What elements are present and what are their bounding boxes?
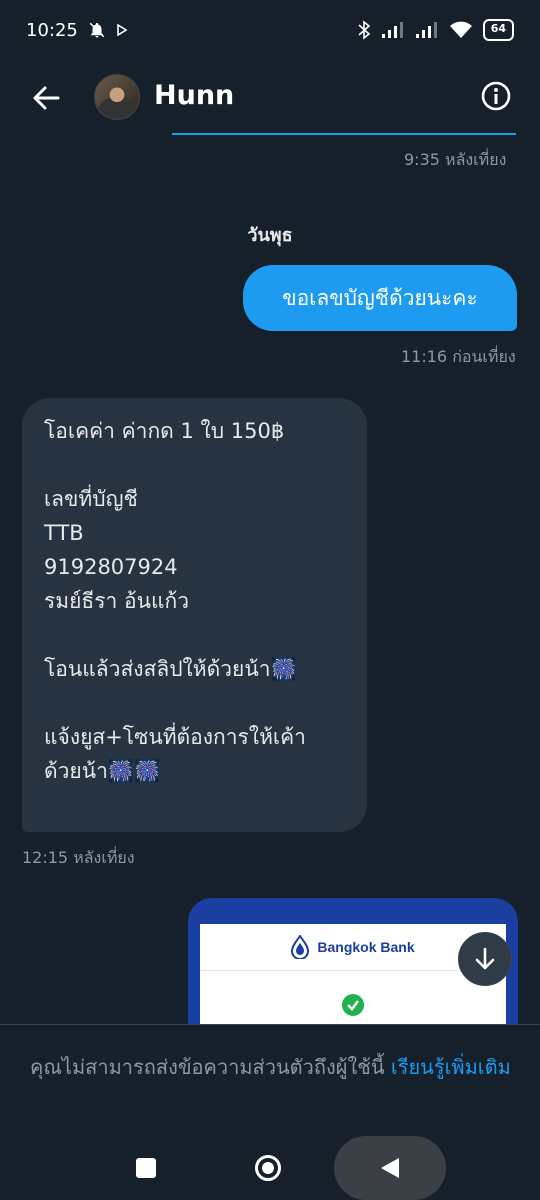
- status-time: 10:25: [26, 19, 78, 41]
- status-right: 64: [357, 19, 514, 41]
- message-line: 9192807924: [44, 555, 178, 579]
- signal-2-icon: [415, 22, 437, 38]
- bluetooth-icon: [358, 20, 370, 40]
- message-line: โอเคค่า ค่ากด 1 ใบ 150฿: [44, 419, 285, 443]
- recents-button[interactable]: [136, 1158, 156, 1178]
- dm-disabled-footer: คุณไม่สามารถส่งข้อความส่วนตัวถึงผู้ใช้นี…: [0, 1024, 540, 1125]
- arrow-down-icon: [475, 947, 495, 970]
- info-icon[interactable]: [480, 80, 512, 112]
- notifications-off-icon: [89, 22, 105, 38]
- message-line: ด้วยน้า🎆🎆: [44, 759, 161, 783]
- home-button[interactable]: [255, 1155, 281, 1181]
- message-line: แจ้งยูส+โซนที่ต้องการให้เค้า: [44, 725, 306, 749]
- message-line: เลขที่บัญชี: [44, 487, 138, 511]
- outgoing-message-time: 11:16 ก่อนเที่ยง: [401, 347, 516, 366]
- bank-name: Bangkok Bank: [317, 939, 415, 955]
- learn-more-link[interactable]: เรียนรู้เพิ่มเติม: [391, 1055, 511, 1079]
- status-left: 10:25: [26, 20, 128, 41]
- bank-logo-icon: [291, 935, 310, 959]
- previous-message-edge: [172, 133, 516, 135]
- system-back-button[interactable]: [334, 1136, 446, 1200]
- system-nav-bar: [0, 1124, 540, 1200]
- previous-message-time: 9:35 หลังเที่ยง: [404, 150, 507, 169]
- notice-text: คุณไม่สามารถส่งข้อความส่วนตัวถึงผู้ใช้นี…: [30, 1055, 385, 1079]
- outgoing-message-bubble[interactable]: ขอเลขบัญชีด้วยนะคะ: [243, 265, 517, 331]
- signal-icon: [381, 22, 403, 38]
- outgoing-message-text: ขอเลขบัญชีด้วยนะคะ: [282, 285, 478, 310]
- back-triangle-icon: [381, 1158, 399, 1178]
- battery-indicator: 64: [482, 19, 514, 41]
- back-arrow-icon[interactable]: [28, 80, 64, 116]
- status-bar: 10:25 64: [0, 0, 540, 60]
- dm-disabled-notice: คุณไม่สามารถส่งข้อความส่วนตัวถึงผู้ใช้นี…: [30, 1049, 520, 1085]
- message-line: TTB: [44, 521, 84, 545]
- conversation-header: Hunn: [0, 60, 540, 136]
- incoming-message-bubble[interactable]: โอเคค่า ค่ากด 1 ใบ 150฿ เลขที่บัญชี TTB …: [22, 398, 367, 832]
- incoming-message-time: 12:15 หลังเที่ยง: [22, 848, 135, 867]
- conversation-title[interactable]: Hunn: [154, 80, 234, 111]
- wifi-icon: [449, 21, 472, 38]
- day-separator: วันพุธ: [247, 225, 293, 246]
- message-line: รมย์ธีรา อ้นแก้ว: [44, 589, 190, 613]
- play-icon: [117, 24, 128, 36]
- scroll-down-button[interactable]: [458, 932, 512, 986]
- message-line: โอนแล้วส่งสลิปให้ด้วยน้า🎆: [44, 657, 297, 681]
- avatar[interactable]: [94, 74, 140, 120]
- success-check-icon: [342, 994, 364, 1016]
- bank-slip-image: Bangkok Bank: [200, 924, 506, 1038]
